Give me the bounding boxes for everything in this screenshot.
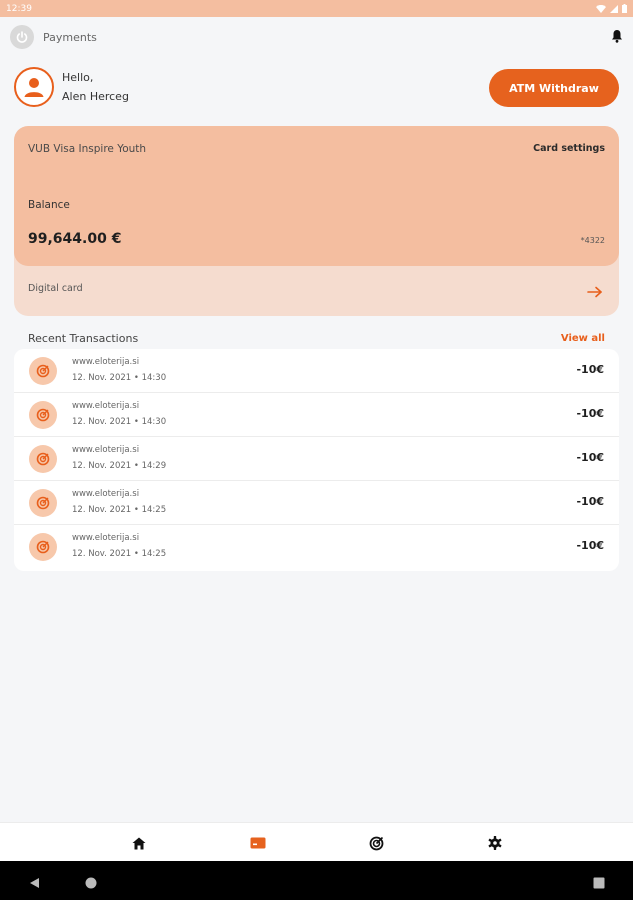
recent-transactions-title: Recent Transactions <box>28 332 139 345</box>
card-number-suffix: *4322 <box>580 236 605 245</box>
back-icon <box>30 878 39 888</box>
nav-cards[interactable] <box>248 833 268 853</box>
transaction-row[interactable]: www.eloterija.si 12. Nov. 2021 • 14:30 -… <box>14 393 619 437</box>
transaction-date: 12. Nov. 2021 • 14:25 <box>72 549 167 559</box>
dartboard-icon <box>29 445 57 473</box>
user-icon <box>24 78 44 97</box>
status-bar: 12:39 <box>0 0 633 17</box>
battery-icon <box>622 4 627 13</box>
notifications-button[interactable] <box>611 28 623 47</box>
nav-home[interactable] <box>129 833 149 853</box>
system-recents-button[interactable] <box>593 874 605 893</box>
transactions-header: Recent Transactions View all <box>28 332 605 346</box>
bottom-nav <box>0 822 633 861</box>
balance-value: 99,644.00 € <box>28 231 122 247</box>
transactions-list: www.eloterija.si 12. Nov. 2021 • 14:30 -… <box>14 349 619 571</box>
card-summary[interactable]: VUB Visa Inspire Youth Card settings Bal… <box>14 126 619 266</box>
dartboard-icon <box>29 489 57 517</box>
greeting-text: Hello, Alen Herceg <box>62 68 129 106</box>
top-bar: Payments <box>0 17 633 57</box>
digital-card-arrow[interactable] <box>587 283 603 302</box>
power-icon <box>16 31 28 43</box>
transaction-merchant: www.eloterija.si <box>72 357 140 367</box>
gear-icon <box>488 836 502 850</box>
transaction-date: 12. Nov. 2021 • 14:30 <box>72 373 167 383</box>
transaction-date: 12. Nov. 2021 • 14:30 <box>72 417 167 427</box>
transaction-amount: -10€ <box>576 451 604 464</box>
card-settings-link[interactable]: Card settings <box>533 143 605 154</box>
arrow-right-icon <box>587 286 602 298</box>
system-back-button[interactable] <box>29 874 40 893</box>
greeting-row: Hello, Alen Herceg ATM Withdraw <box>14 64 619 110</box>
recents-icon <box>593 877 605 889</box>
greeting-hello: Hello, <box>62 71 94 84</box>
transaction-date: 12. Nov. 2021 • 14:25 <box>72 505 167 515</box>
avatar[interactable] <box>14 67 54 107</box>
transaction-row[interactable]: www.eloterija.si 12. Nov. 2021 • 14:25 -… <box>14 481 619 525</box>
transaction-row[interactable]: www.eloterija.si 12. Nov. 2021 • 14:25 -… <box>14 525 619 569</box>
signal-icon <box>610 4 618 13</box>
transaction-amount: -10€ <box>576 363 604 376</box>
transaction-row[interactable]: www.eloterija.si 12. Nov. 2021 • 14:30 -… <box>14 349 619 393</box>
view-all-link[interactable]: View all <box>561 333 605 344</box>
status-time: 12:39 <box>6 3 32 14</box>
user-name: Alen Herceg <box>62 90 129 103</box>
nav-games[interactable] <box>366 833 386 853</box>
atm-withdraw-button[interactable]: ATM Withdraw <box>489 69 619 107</box>
dartboard-icon <box>369 836 383 850</box>
transaction-row[interactable]: www.eloterija.si 12. Nov. 2021 • 14:29 -… <box>14 437 619 481</box>
bell-icon <box>612 30 622 43</box>
transaction-merchant: www.eloterija.si <box>72 445 140 455</box>
wifi-icon <box>596 4 606 13</box>
status-icons <box>596 4 627 13</box>
balance-label: Balance <box>28 199 70 211</box>
home-circle-icon <box>85 877 97 889</box>
transaction-amount: -10€ <box>576 539 604 552</box>
dartboard-icon <box>29 357 57 385</box>
transaction-merchant: www.eloterija.si <box>72 489 140 499</box>
power-button[interactable] <box>10 25 34 49</box>
transaction-amount: -10€ <box>576 495 604 508</box>
system-nav-bar <box>0 861 633 900</box>
card-name: VUB Visa Inspire Youth <box>28 143 147 155</box>
home-icon <box>132 837 146 849</box>
transaction-merchant: www.eloterija.si <box>72 533 140 543</box>
page-title: Payments <box>43 30 97 44</box>
dartboard-icon <box>29 533 57 561</box>
system-home-button[interactable] <box>85 874 97 893</box>
nav-settings[interactable] <box>485 833 505 853</box>
transaction-date: 12. Nov. 2021 • 14:29 <box>72 461 167 471</box>
transaction-amount: -10€ <box>576 407 604 420</box>
digital-card-label[interactable]: Digital card <box>28 283 83 294</box>
card-panel: VUB Visa Inspire Youth Card settings Bal… <box>14 126 619 316</box>
transaction-merchant: www.eloterija.si <box>72 401 140 411</box>
card-icon <box>250 837 266 849</box>
dartboard-icon <box>29 401 57 429</box>
